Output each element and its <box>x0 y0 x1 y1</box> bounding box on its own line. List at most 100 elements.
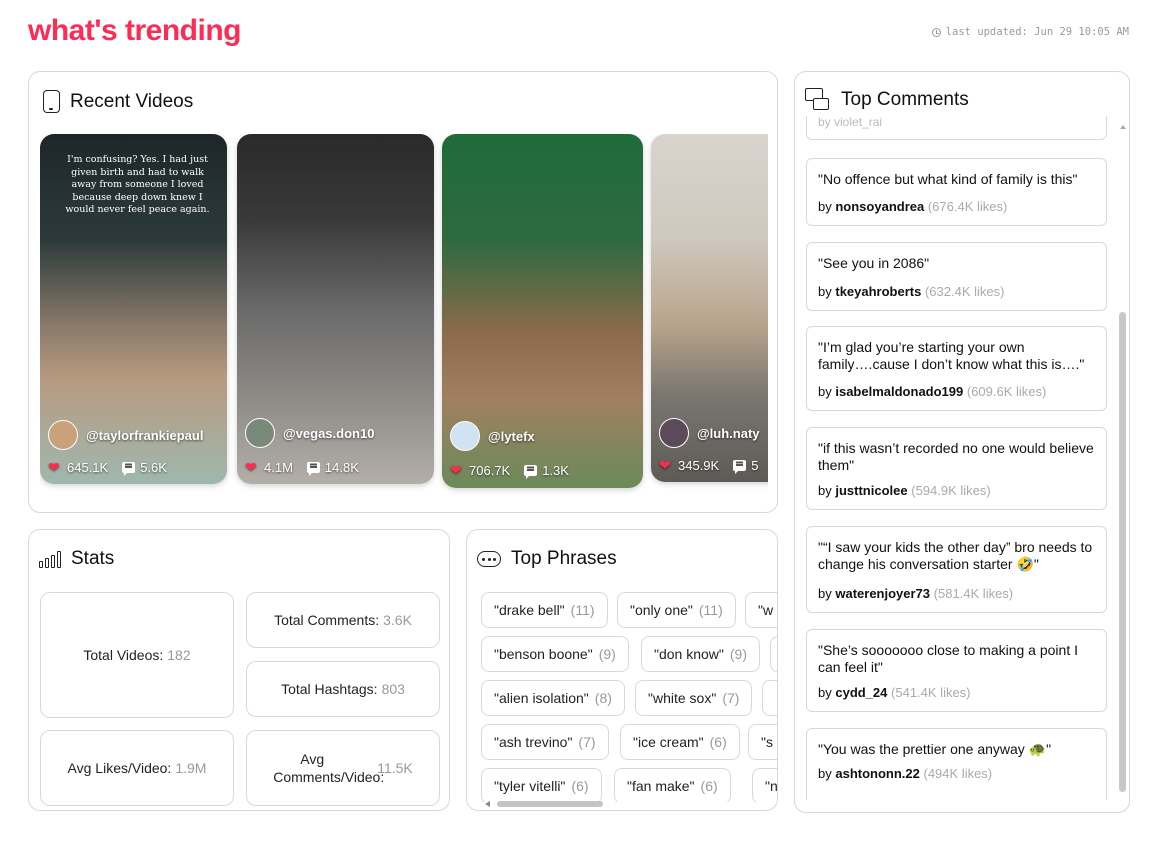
comment-bubble-icon <box>122 462 136 476</box>
video-username: @vegas.don10 <box>283 425 375 441</box>
phrase-chip[interactable]: "white sox" (7) <box>635 680 753 716</box>
comment-author: by ashtononn.22 (494K likes) <box>818 766 993 781</box>
stats-panel: Stats Total Videos: 182 Total Comments: … <box>28 529 450 811</box>
comment-likes: (594.9K likes) <box>911 483 991 498</box>
phrase-chip[interactable]: "tyler vitelli" (6) <box>481 768 602 802</box>
video-user[interactable]: @vegas.don10 <box>245 418 374 448</box>
comments-count: 14.8K <box>324 460 359 475</box>
comment-likes: (541.4K likes) <box>891 685 971 700</box>
phrase-count: (11) <box>570 602 595 618</box>
comment-text: "No offence but what kind of family is t… <box>818 171 1078 187</box>
phrase-count: (11) <box>698 602 723 618</box>
phrase-chip[interactable]: "s <box>748 724 777 760</box>
stat-label: Total Comments: <box>274 612 380 628</box>
stat-value: 11.5K <box>377 760 413 776</box>
comment-text: "See you in 2086" <box>818 255 930 271</box>
vertical-scrollbar[interactable] <box>1119 312 1126 792</box>
stat-label: Total Videos: <box>83 647 164 663</box>
phrase-chips[interactable]: "drake bell" (11) "only one" (11) "w "bens… <box>481 592 778 802</box>
video-card[interactable]: @vegas.don10 ❤ 4.1M 14.8K <box>237 134 434 484</box>
phrase-text: "benson boone" <box>494 646 593 662</box>
top-comments-header: Top Comments <box>805 88 969 112</box>
phrase-chip[interactable]: "benson boone" (9) <box>481 636 629 672</box>
comment-text: "She’s sooooooo close to making a point … <box>818 642 1078 675</box>
phrase-chip[interactable]: "fan make" (6) <box>614 768 731 802</box>
bar-chart-icon <box>39 550 61 568</box>
phrase-chip[interactable]: "drake bell" (11) <box>481 592 608 628</box>
phrase-count: (7) <box>722 690 740 706</box>
scrollbar-thumb[interactable] <box>497 801 603 807</box>
video-carousel[interactable]: I'm confusing? Yes. I had just given bir… <box>40 134 768 499</box>
phrase-chip[interactable]: "alien isolation" (8) <box>481 680 625 716</box>
video-user[interactable]: @taylorfrankiepaul <box>48 420 203 450</box>
phrase-chip[interactable]: "ash trevino" (7) <box>481 724 609 760</box>
phrase-chip[interactable] <box>770 636 777 672</box>
scroll-left-icon[interactable] <box>485 801 490 807</box>
comment-username[interactable]: waterenjoyer73 <box>835 586 930 601</box>
video-user[interactable]: @lytefx <box>450 421 535 451</box>
comment-username[interactable]: cydd_24 <box>835 685 887 700</box>
comment-card: "See you in 2086" by tkeyahroberts (632.… <box>806 242 1107 311</box>
phrase-count: (6) <box>700 778 718 794</box>
scroll-up-icon[interactable] <box>1120 125 1126 129</box>
phrase-chip[interactable]: "only one" (11) <box>617 592 736 628</box>
avatar <box>450 421 480 451</box>
video-metrics: ❤ 4.1M 14.8K <box>245 460 359 476</box>
video-card[interactable]: I'm confusing? Yes. I had just given bir… <box>40 134 227 484</box>
video-caption: I'm confusing? Yes. I had just given bir… <box>65 154 210 215</box>
comments-metric: 5 <box>733 458 758 474</box>
comment-bubble-icon <box>733 460 747 474</box>
brand-title: what's trending <box>28 14 241 47</box>
comment-likes: (609.6K likes) <box>966 384 1047 399</box>
phrase-chip[interactable]: "ice cream" (6) <box>620 724 740 760</box>
phrase-count: (9) <box>598 646 616 662</box>
comments-list[interactable]: by violet_rai "No offence but what kind … <box>795 116 1129 800</box>
comment-text: "“I saw your kids the other day” bro nee… <box>818 539 1093 572</box>
likes-count: 4.1M <box>264 460 293 475</box>
phrase-text: "don know" <box>654 646 724 662</box>
phrase-chip[interactable]: "w <box>745 592 777 628</box>
comment-card: "I’m glad you’re starting your own famil… <box>806 326 1107 411</box>
comment-text: "if this wasn’t recorded no one would be… <box>818 440 1094 473</box>
comment-likes: (632.4K likes) <box>924 284 1005 299</box>
clock-icon <box>931 27 941 37</box>
phrase-chip[interactable] <box>762 680 777 716</box>
phrase-count: (6) <box>709 734 727 750</box>
avg-likes-stat: Avg Likes/Video: 1.9M <box>40 730 234 806</box>
recent-videos-panel: Recent Videos I'm confusing? Yes. I had … <box>28 71 778 513</box>
likes-metric: ❤ 706.7K <box>450 463 510 478</box>
comment-author: by nonsoyandrea (676.4K likes) <box>818 199 1008 214</box>
video-username: @luh.naty <box>697 425 760 441</box>
recent-videos-title: Recent Videos <box>70 90 194 112</box>
phrase-chip[interactable]: "don know" (9) <box>641 636 760 672</box>
comment-card: "You was the prettier one anyway 🐢" by a… <box>806 728 1107 800</box>
total-hashtags-stat: Total Hashtags: 803 <box>246 661 440 717</box>
likes-metric: ❤ 345.9K <box>659 458 719 473</box>
stats-header: Stats <box>39 548 114 570</box>
video-card[interactable]: @lytefx ❤ 706.7K 1.3K <box>442 134 643 488</box>
stat-label: Avg Comments/Video: <box>273 751 385 785</box>
phrase-text: "drake bell" <box>494 602 565 618</box>
heart-icon: ❤ <box>659 457 671 473</box>
comment-author: by cydd_24 (541.4K likes) <box>818 685 971 700</box>
comment-username[interactable]: isabelmaldonado199 <box>835 384 963 399</box>
phrase-chip[interactable]: "no <box>752 768 778 802</box>
top-comments-panel: Top Comments by violet_rai "No offence b… <box>794 71 1130 813</box>
comment-username[interactable]: tkeyahroberts <box>835 284 921 299</box>
avg-comments-stat: Avg Comments/Video: 11.5K <box>246 730 440 806</box>
likes-count: 645.1K <box>67 460 109 475</box>
phrase-text: "no <box>765 778 778 794</box>
phone-icon <box>43 90 60 113</box>
video-user[interactable]: @luh.naty <box>659 418 760 448</box>
comment-bubble-icon <box>306 462 320 476</box>
phrase-text: "fan make" <box>627 778 695 794</box>
phrase-text: "white sox" <box>648 690 717 706</box>
comment-username[interactable]: ashtononn.22 <box>835 766 920 781</box>
horizontal-scrollbar[interactable] <box>481 800 771 808</box>
comment-username[interactable]: justtnicolee <box>835 483 907 498</box>
comment-card: by violet_rai <box>806 116 1107 140</box>
comments-icon <box>805 88 831 112</box>
comment-username[interactable]: nonsoyandrea <box>835 199 924 214</box>
video-card[interactable]: @luh.naty ❤ 345.9K 5 <box>651 134 768 482</box>
phrase-count: (9) <box>729 646 747 662</box>
